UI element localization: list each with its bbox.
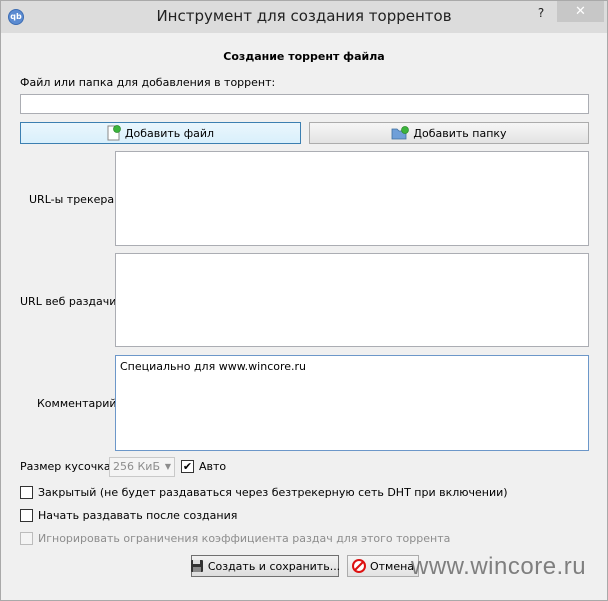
create-and-save-button[interactable]: Создать и сохранить...	[190, 555, 341, 577]
cancel-icon	[351, 559, 366, 573]
webseed-label: URL веб раздачи:	[20, 295, 121, 308]
checkmark-icon: ✔	[182, 460, 193, 473]
title-bar[interactable]: qb Инструмент для создания торрентов ? ✕	[1, 1, 607, 33]
add-folder-label: Добавить папку	[413, 126, 507, 140]
floppy-disk-icon	[190, 559, 204, 573]
dialog-content: Создание торрент файла Файл или папка дл…	[9, 33, 599, 594]
add-file-button[interactable]: Добавить файл	[20, 122, 301, 144]
piece-size-value: 256 КиБ	[113, 460, 160, 473]
piece-size-label: Размер кусочка:	[20, 460, 115, 473]
chevron-down-icon: ▼	[164, 462, 171, 471]
cancel-button[interactable]: Отмена	[347, 555, 419, 577]
source-path-input[interactable]	[20, 94, 589, 114]
add-folder-button[interactable]: Добавить папку	[309, 122, 589, 144]
ignore-ratio-label: Игнорировать ограничения коэффициента ра…	[38, 532, 451, 545]
private-torrent-checkbox[interactable]	[20, 486, 33, 499]
window-title: Инструмент для создания торрентов	[156, 7, 452, 25]
help-button[interactable]: ?	[535, 6, 547, 20]
trackers-label: URL-ы трекера:	[29, 193, 118, 206]
piece-size-select[interactable]: 256 КиБ ▼	[109, 457, 175, 477]
add-file-icon	[107, 125, 121, 141]
torrent-creator-window: qb Инструмент для создания торрентов ? ✕…	[0, 0, 608, 601]
create-and-save-label: Создать и сохранить...	[207, 559, 341, 573]
webseed-textarea[interactable]	[115, 253, 589, 347]
auto-piece-size-checkbox[interactable]: ✔	[181, 460, 194, 473]
source-label: Файл или папка для добавления в торрент:	[20, 76, 276, 89]
close-icon: ✕	[575, 4, 586, 19]
comment-label: Комментарий:	[37, 397, 121, 410]
watermark: www.wincore.ru	[411, 553, 587, 580]
start-seeding-checkbox[interactable]	[20, 509, 33, 522]
start-seeding-label: Начать раздавать после создания	[38, 509, 238, 522]
add-folder-icon	[391, 126, 410, 140]
comment-value: Специально для www.wincore.ru	[120, 360, 307, 373]
trackers-textarea[interactable]	[115, 151, 589, 246]
ignore-ratio-checkbox	[20, 532, 33, 545]
dialog-heading: Создание торрент файла	[223, 50, 385, 63]
cancel-label: Отмена	[369, 559, 415, 573]
private-torrent-label: Закрытый (не будет раздаваться через без…	[38, 486, 508, 499]
add-file-label: Добавить файл	[124, 126, 215, 140]
close-button[interactable]: ✕	[557, 1, 604, 22]
auto-piece-size-label: Авто	[199, 460, 227, 473]
comment-textarea[interactable]: Специально для www.wincore.ru	[115, 355, 589, 451]
